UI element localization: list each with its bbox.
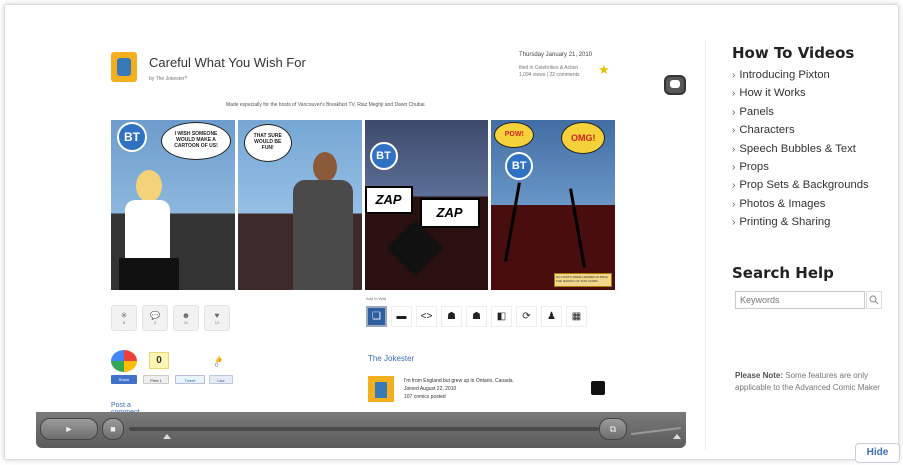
advanced-note: Please Note: Some features are only appl… [735, 371, 880, 392]
comic-header: Careful What You Wish For by The Jokeste… [111, 52, 611, 92]
chevron-right-icon: › [732, 198, 736, 210]
author-comic-count: 107 comics posted [404, 394, 446, 400]
author-card: The Jokester I'm from England but grew u… [368, 354, 618, 402]
video-link-characters[interactable]: › Characters [732, 121, 900, 139]
speech-icon[interactable]: 💬 3 [142, 305, 168, 331]
video-link-printing[interactable]: › Printing & Sharing [732, 213, 900, 231]
code-icon[interactable]: <> [416, 306, 437, 327]
like-count: 👍0 [215, 357, 223, 369]
bt-logo-icon: BT [369, 142, 398, 170]
comment-bubble-icon[interactable] [664, 75, 686, 95]
divider [705, 40, 706, 450]
chevron-right-icon: › [732, 106, 736, 118]
speech-bubble: I WISH SOMEONE WOULD MAKE A CARTOON OF U… [161, 122, 231, 160]
chevron-right-icon: › [732, 180, 736, 192]
speech-bubble: THAT SURE WOULD BE FUN! [243, 124, 292, 162]
print-icon[interactable]: ☗ [466, 306, 487, 327]
embed-icon[interactable]: ▬ [391, 306, 412, 327]
google-plus-icon[interactable] [111, 350, 137, 372]
comic-panel-1: BT I WISH SOMEONE WOULD MAKE A CARTOON O… [111, 120, 235, 290]
comic-date: Thursday January 21, 2010 [519, 52, 593, 58]
chevron-right-icon: › [732, 217, 736, 229]
author-avatar[interactable] [111, 52, 137, 82]
share-count: 0 [149, 352, 169, 369]
tools-label: Add to Wall [366, 296, 387, 301]
how-to-videos-title: How To Videos [732, 44, 855, 62]
fullscreen-button[interactable]: ⧉ [599, 418, 627, 440]
palette-icon[interactable]: ▦ [566, 306, 587, 327]
comic-category: filed in Celebrities & Action [519, 65, 579, 71]
speech-bubble: OMG! [561, 122, 606, 154]
chevron-right-icon: › [732, 125, 736, 137]
video-area: Careful What You Wish For by The Jokeste… [36, 30, 686, 450]
zap-burst: ZAP [364, 186, 413, 214]
character-body [125, 200, 170, 260]
character-head [312, 152, 337, 182]
seek-bar[interactable] [129, 427, 599, 431]
comic-strip: BT I WISH SOMEONE WOULD MAKE A CARTOON O… [111, 120, 615, 290]
print-icon[interactable] [591, 381, 605, 395]
star-icon[interactable]: ★ [598, 63, 610, 76]
reaction-bar: ✳ 8 💬 3 ☻ 11 ♥ 12 [111, 305, 230, 331]
search-help-title: Search Help [732, 264, 834, 282]
shirt-icon[interactable]: ☗ [441, 306, 462, 327]
video-player-bar: ► ■ ⧉ [36, 412, 686, 448]
arrow-shape [386, 219, 443, 277]
zap-burst: ZAP [419, 198, 480, 228]
comic-caption: Made especially for the hosts of Vancouv… [226, 102, 426, 108]
tweet-button[interactable]: Tweet [175, 375, 205, 384]
speech-bubble: POW! [494, 122, 535, 148]
stick-figure [504, 182, 522, 262]
chevron-right-icon: › [732, 88, 736, 100]
comic-panel-4: POW! OMG! BT NO HOSTS WERE HARMED DURING… [491, 120, 615, 290]
video-link-panels[interactable]: › Panels [732, 103, 900, 121]
facebook-icon[interactable]: ❏ [366, 306, 387, 327]
author-avatar[interactable] [368, 376, 394, 402]
print-count-button[interactable]: Print 1 [143, 375, 169, 384]
play-button[interactable]: ► [40, 418, 98, 440]
disclaimer-box: NO HOSTS WERE HARMED DURING THE MAKING O… [554, 273, 612, 287]
stick-figure [569, 188, 587, 268]
seek-handle[interactable] [163, 434, 171, 439]
chevron-right-icon: › [732, 70, 736, 81]
character-body [292, 180, 353, 290]
comic-title: Careful What You Wish For [149, 55, 306, 70]
video-link-speech-bubbles[interactable]: › Speech Bubbles & Text [732, 140, 900, 158]
chevron-right-icon: › [732, 161, 736, 173]
award-icon[interactable]: ♟ [541, 306, 562, 327]
sparkle-icon[interactable]: ✳ 8 [111, 305, 137, 331]
heart-icon[interactable]: ♥ 12 [204, 305, 230, 331]
share-button[interactable]: Share [111, 375, 137, 384]
video-link-how-it-works[interactable]: › How it Works [732, 84, 900, 102]
comic-byline[interactable]: by The Jokester? [149, 76, 187, 82]
stop-button[interactable]: ■ [102, 418, 124, 440]
video-link-photos[interactable]: › Photos & Images [732, 195, 900, 213]
comic-panel-2: THAT SURE WOULD BE FUN! [237, 120, 362, 290]
author-name-link[interactable]: The Jokester [368, 354, 618, 363]
bt-logo-icon: BT [505, 152, 534, 180]
bt-logo-icon: BT [117, 122, 147, 152]
hide-button[interactable]: Hide [855, 443, 900, 463]
page: Careful What You Wish For by The Jokeste… [0, 0, 903, 465]
character-legs [119, 258, 179, 290]
comic-toolbar: ❏ ▬ <> ☗ ☗ ◧ ⟳ ♟ ▦ [366, 306, 587, 327]
video-link-props[interactable]: › Props [732, 158, 900, 176]
author-bio: I'm from England but grew up in Ontario,… [404, 378, 514, 384]
help-sidebar: How To Videos › Introducing Pixton › How i… [732, 44, 900, 392]
chevron-right-icon: › [732, 143, 736, 155]
face-icon[interactable]: ☻ 11 [173, 305, 199, 331]
remix-icon[interactable]: ⟳ [516, 306, 537, 327]
copy-icon[interactable]: ◧ [491, 306, 512, 327]
facebook-like-button[interactable]: Like [209, 375, 233, 384]
video-list: › Introducing Pixton › How it Works › Panel… [732, 66, 900, 232]
video-link-introducing[interactable]: › Introducing Pixton [732, 66, 900, 84]
character-head [136, 170, 162, 202]
author-joined: Joined August 22, 2010 [404, 386, 457, 392]
volume-handle[interactable] [673, 434, 681, 439]
comic-panel-3: BT ZAP ZAP [364, 120, 489, 290]
video-link-prop-sets[interactable]: › Prop Sets & Backgrounds [732, 176, 900, 194]
search-input[interactable] [735, 291, 865, 309]
comic-stats: 1,094 views | 22 comments [519, 72, 580, 78]
search-icon[interactable] [866, 291, 882, 309]
